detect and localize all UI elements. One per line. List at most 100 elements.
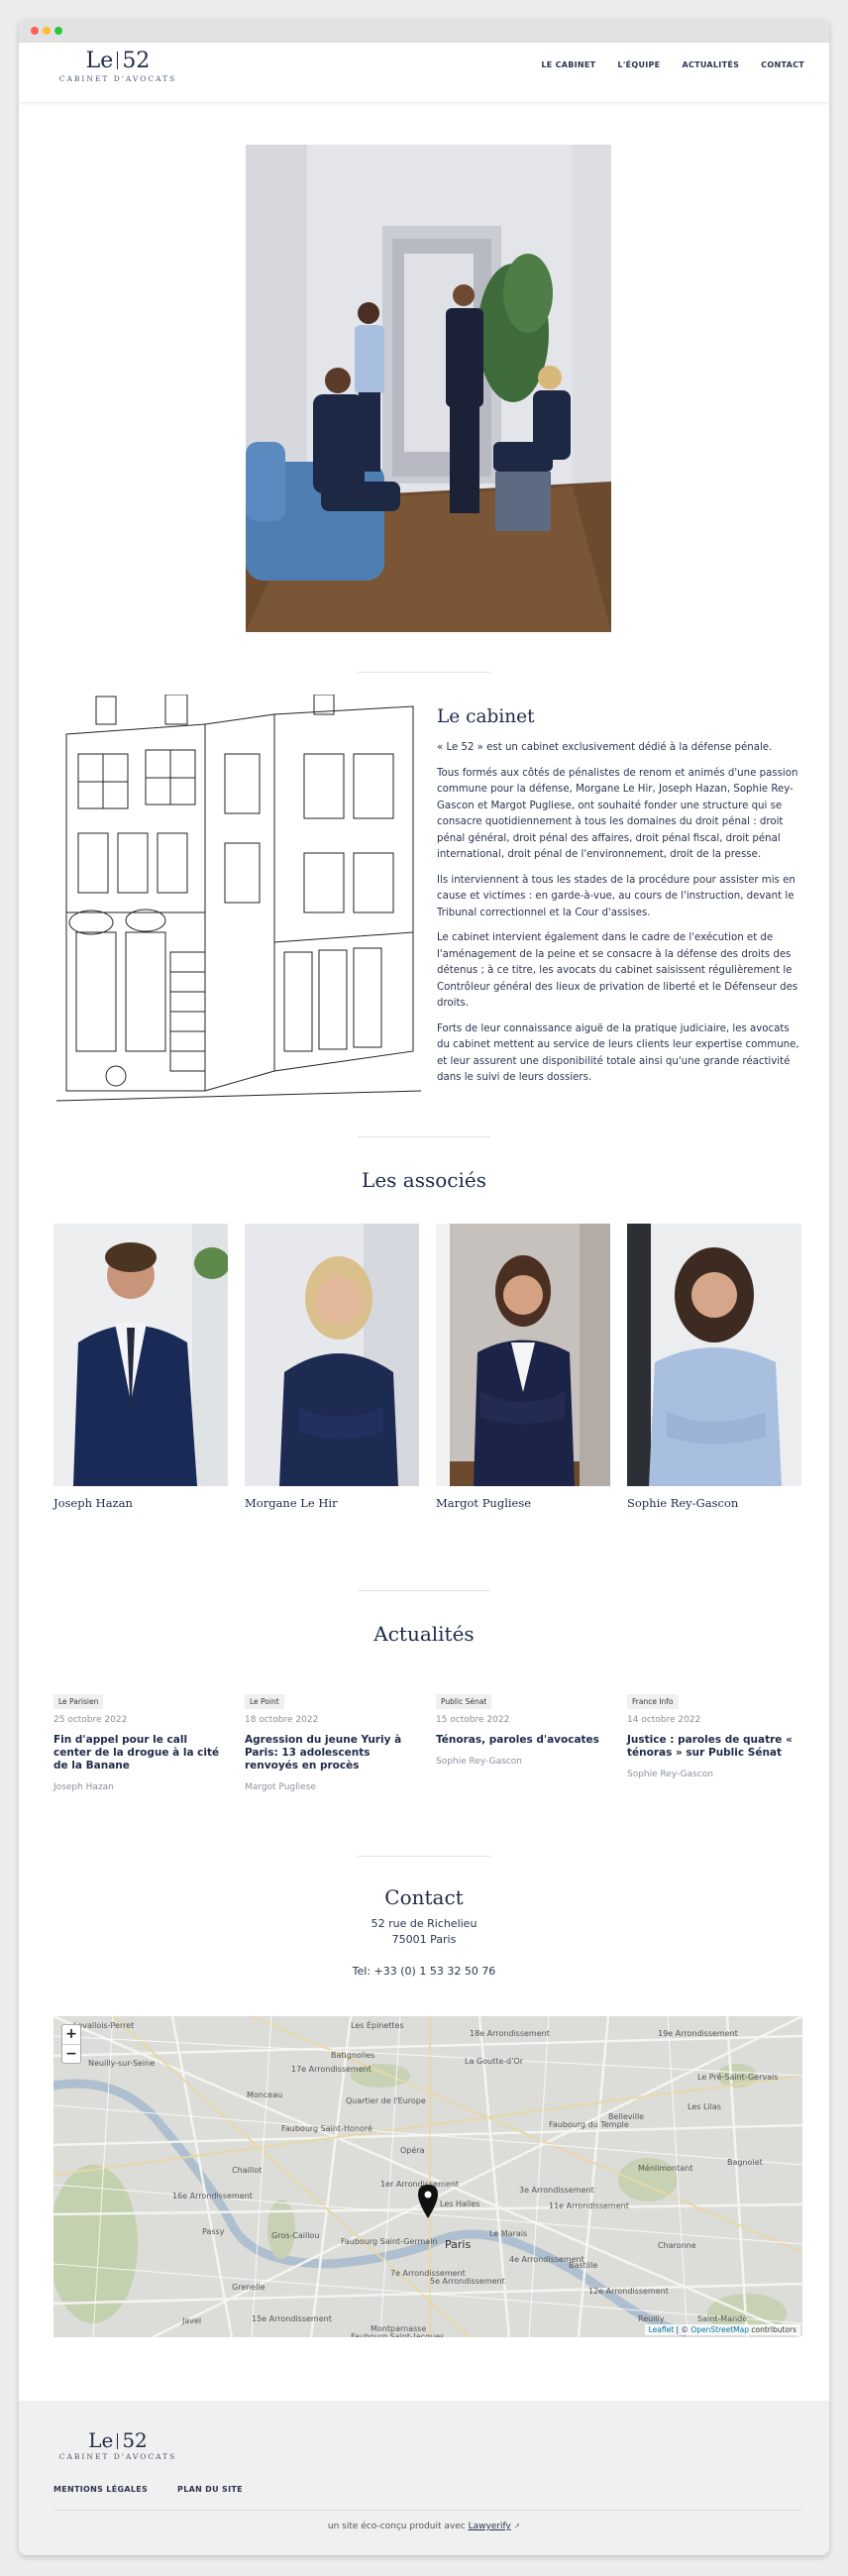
news-author: Joseph Hazan	[53, 1782, 114, 1792]
cabinet-paragraph: Forts de leur connaissance aiguë de la p…	[437, 1022, 799, 1084]
osm-link[interactable]: OpenStreetMap	[690, 2325, 749, 2334]
map-place-label: Gros-Caillou	[271, 2231, 319, 2240]
main-nav: LE CABINET L'ÉQUIPE ACTUALITÉS CONTACT	[541, 60, 804, 69]
associate-name[interactable]: Joseph Hazan	[53, 1496, 228, 1510]
map-place-label: Quartier de l'Europe	[346, 2096, 426, 2105]
map-place-label: Belleville	[608, 2112, 644, 2121]
footer-link-plan-du-site[interactable]: PLAN DU SITE	[177, 2485, 243, 2494]
cabinet-paragraph: Tous formés aux côtés de pénalistes de r…	[437, 767, 798, 861]
logo-subtitle: CABINET D'AVOCATS	[58, 74, 177, 83]
news-headline-link[interactable]: Fin d'appel pour le call center de la dr…	[53, 1734, 228, 1772]
map-place-label: 18e Arrondissement	[470, 2029, 550, 2038]
section-divider	[358, 1136, 490, 1137]
map-place-label: 16e Arrondissement	[172, 2192, 253, 2200]
zoom-out-button[interactable]: −	[62, 2044, 80, 2063]
associate-name[interactable]: Morgane Le Hir	[245, 1496, 419, 1510]
cabinet-paragraph: Le cabinet intervient également dans le …	[437, 932, 798, 1009]
zoom-in-button[interactable]: +	[62, 2025, 80, 2044]
map-place-label: Saint-Mandé	[697, 2313, 747, 2323]
associate-name[interactable]: Sophie Rey-Gascon	[627, 1496, 801, 1510]
section-divider	[358, 1590, 490, 1591]
news-date: 15 octobre 2022	[436, 1715, 510, 1725]
cabinet-paragraph: Ils interviennent à tous les stades de l…	[437, 874, 795, 918]
site-logo[interactable]: Le 52 CABINET D'AVOCATS	[53, 49, 182, 83]
address-line-1: 52 rue de Richelieu	[371, 1917, 477, 1930]
associate-card[interactable]: Joseph Hazan	[53, 1224, 228, 1510]
map-place-label: 19e Arrondissement	[658, 2029, 738, 2038]
map-zoom-control: + −	[61, 2024, 81, 2064]
associate-name[interactable]: Margot Pugliese	[436, 1496, 610, 1510]
map-tiles[interactable]: Levallois-Perret Les Épinettes 18e Arrondi…	[53, 2016, 802, 2337]
news-item[interactable]: Public Sénat 15 octobre 2022 Ténoras, pa…	[436, 1689, 610, 1767]
contact-address: 52 rue de Richelieu 75001 Paris	[19, 1916, 829, 1948]
location-map[interactable]: Levallois-Perret Les Épinettes 18e Arrondi…	[53, 2016, 802, 2337]
news-source-badge: France Info	[627, 1694, 679, 1709]
close-window-button[interactable]	[31, 27, 39, 35]
external-link-icon: ↗	[510, 2522, 521, 2530]
logo-text-left: Le	[85, 49, 114, 73]
map-place-label: Monceau	[247, 2091, 282, 2099]
leaflet-link[interactable]: Leaflet	[649, 2325, 675, 2334]
footer-logo-subtitle: CABINET D'AVOCATS	[58, 2452, 177, 2461]
news-source-badge: Le Parisien	[53, 1694, 104, 1709]
map-place-label: Passy	[202, 2227, 225, 2236]
attribution-tail: contributors	[749, 2325, 796, 2334]
map-place-label: 5e Arrondissement	[430, 2277, 505, 2286]
map-place-label: Chaillot	[232, 2166, 262, 2175]
map-place-label: 12e Arrondissement	[588, 2287, 669, 2296]
associate-photo[interactable]	[245, 1224, 419, 1486]
cabinet-title: Le cabinet	[437, 706, 535, 727]
news-item[interactable]: France Info 14 octobre 2022 Justice : pa…	[627, 1689, 801, 1779]
news-author: Sophie Rey-Gascon	[627, 1770, 714, 1779]
associate-photo[interactable]	[53, 1224, 228, 1486]
map-place-label: Les Épinettes	[351, 2019, 404, 2030]
map-place-label: Levallois-Perret	[73, 2021, 134, 2030]
nav-link-equipe[interactable]: L'ÉQUIPE	[617, 60, 660, 69]
associate-photo[interactable]	[436, 1224, 610, 1486]
browser-window: Le 52 CABINET D'AVOCATS LE CABINET L'ÉQUI…	[19, 19, 829, 2555]
news-headline-link[interactable]: Agression du jeune Yuriy à Paris: 13 ado…	[245, 1734, 419, 1772]
news-headline-link[interactable]: Justice : paroles de quatre « ténoras » …	[627, 1734, 801, 1760]
map-place-label: 17e Arrondissement	[291, 2065, 371, 2074]
window-titlebar	[19, 19, 829, 43]
map-place-label: Reuilly	[638, 2314, 665, 2323]
lawyerify-link[interactable]: Lawyerify	[469, 2522, 511, 2531]
nav-link-contact[interactable]: CONTACT	[761, 60, 804, 69]
associate-photo[interactable]	[627, 1224, 801, 1486]
map-place-label: Javel	[181, 2316, 201, 2325]
footer-link-mentions-legales[interactable]: MENTIONS LÉGALES	[53, 2485, 148, 2494]
news-source-badge: Public Sénat	[436, 1694, 492, 1709]
news-headline-link[interactable]: Ténoras, paroles d'avocates	[436, 1734, 610, 1747]
footer-logo[interactable]: Le 52 CABINET D'AVOCATS	[53, 2428, 182, 2461]
section-divider	[358, 1856, 490, 1857]
maximize-window-button[interactable]	[54, 27, 62, 35]
section-divider	[358, 672, 490, 673]
associate-card[interactable]: Morgane Le Hir	[245, 1224, 419, 1510]
map-place-label: Faubourg Saint-Honoré	[281, 2123, 372, 2133]
associate-card[interactable]: Margot Pugliese	[436, 1224, 610, 1510]
map-place-label: Le Marais	[489, 2229, 527, 2238]
nav-link-actualites[interactable]: ACTUALITÉS	[682, 60, 739, 69]
contact-title: Contact	[384, 1885, 464, 1909]
footer-divider	[53, 2510, 802, 2511]
news-author: Margot Pugliese	[245, 1782, 316, 1792]
minimize-window-button[interactable]	[43, 27, 51, 35]
site-header: Le 52 CABINET D'AVOCATS LE CABINET L'ÉQUI…	[19, 43, 829, 103]
map-place-label: Charonne	[658, 2241, 696, 2250]
nav-link-cabinet[interactable]: LE CABINET	[541, 60, 595, 69]
associates-title: Les associés	[362, 1168, 486, 1192]
map-place-label: 3e Arrondissement	[519, 2186, 594, 2195]
contact-phone[interactable]: Tel: +33 (0) 1 53 32 50 76	[19, 1964, 829, 1980]
news-item[interactable]: Le Parisien 25 octobre 2022 Fin d'appel …	[53, 1689, 228, 1792]
team-hero-photo	[246, 145, 611, 632]
map-place-label: Les Halles	[440, 2200, 479, 2208]
news-date: 25 octobre 2022	[53, 1715, 128, 1725]
associate-card[interactable]: Sophie Rey-Gascon	[627, 1224, 801, 1510]
map-place-label: Bagnolet	[727, 2158, 763, 2167]
news-title: Actualités	[373, 1622, 475, 1646]
news-item[interactable]: Le Point 18 octobre 2022 Agression du je…	[245, 1689, 419, 1792]
map-place-label: Batignolles	[331, 2051, 374, 2060]
news-date: 14 octobre 2022	[627, 1715, 701, 1725]
map-place-label: Paris	[445, 2238, 471, 2251]
footer-logo-right: 52	[122, 2428, 148, 2452]
